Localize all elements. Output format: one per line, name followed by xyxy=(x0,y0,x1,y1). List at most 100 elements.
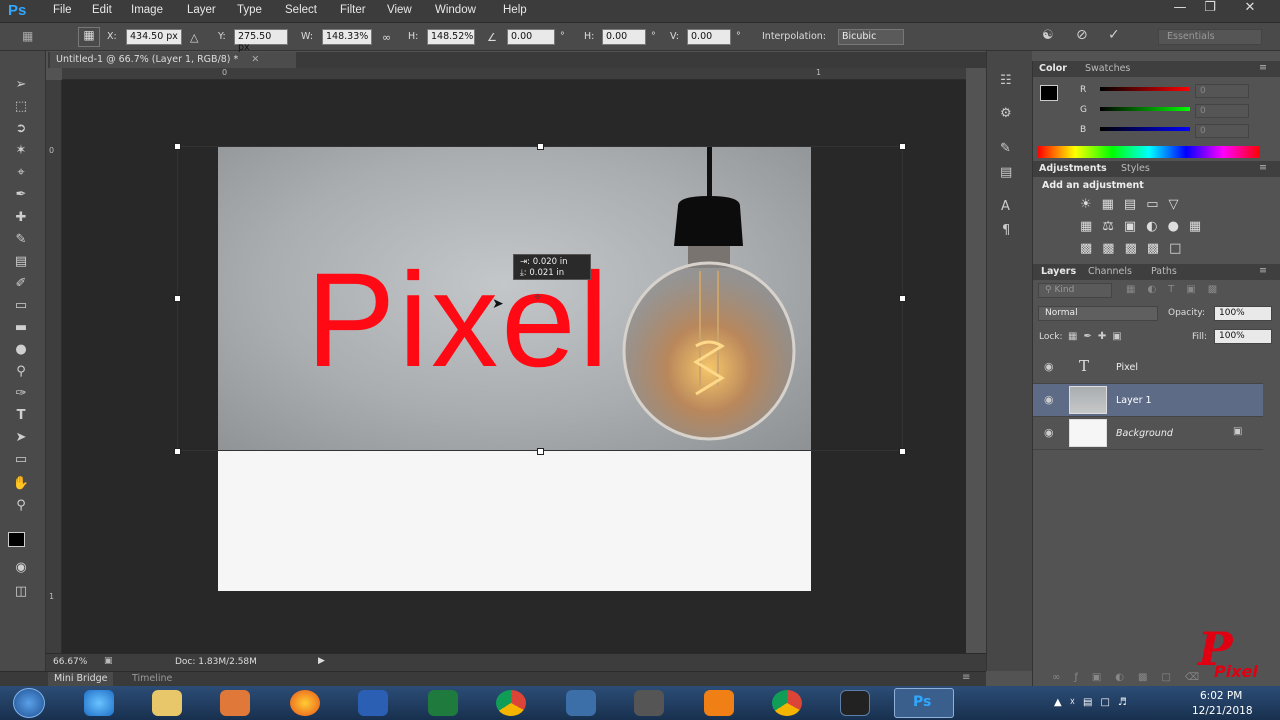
green-value[interactable]: 0 xyxy=(1195,104,1249,118)
layers-footer-icons[interactable]: ∞ƒ▣◐▩□⌫ xyxy=(1052,672,1213,683)
properties-icon[interactable]: ⚙ xyxy=(1000,106,1012,121)
start-button[interactable] xyxy=(13,688,45,718)
layer-name[interactable]: Background xyxy=(1116,428,1173,439)
visibility-eye-icon[interactable]: ◉ xyxy=(1044,360,1056,373)
tab-timeline[interactable]: Timeline xyxy=(132,673,172,684)
width-input[interactable]: 148.33% xyxy=(322,29,372,45)
tab-channels[interactable]: Channels xyxy=(1088,266,1132,277)
zoom-level[interactable]: 66.67% xyxy=(53,657,87,667)
tab-adjustments[interactable]: Adjustments xyxy=(1039,163,1107,174)
interpolation-select[interactable]: Bicubic xyxy=(838,29,904,45)
dodge-tool-icon[interactable]: ⚲ xyxy=(10,363,32,381)
gradient-tool-icon[interactable]: ▬ xyxy=(10,319,32,337)
menu-layer[interactable]: Layer xyxy=(187,4,216,16)
menu-help[interactable]: Help xyxy=(503,4,527,16)
tab-color[interactable]: Color xyxy=(1039,63,1067,74)
eyedropper-tool-icon[interactable]: ✒ xyxy=(10,186,32,204)
angle-input[interactable]: 0.00 xyxy=(507,29,555,45)
adjustments-menu-icon[interactable]: ≡ xyxy=(1259,162,1267,173)
menu-select[interactable]: Select xyxy=(285,4,317,16)
transform-handle-mr[interactable] xyxy=(899,295,906,302)
fill-input[interactable]: 100% xyxy=(1214,329,1272,344)
chrome-icon[interactable] xyxy=(496,690,526,716)
color-panel-menu-icon[interactable]: ≡ xyxy=(1259,62,1267,73)
tab-paths[interactable]: Paths xyxy=(1151,266,1177,277)
color-spectrum[interactable] xyxy=(1038,146,1260,158)
transform-handle-bc[interactable] xyxy=(537,448,544,455)
height-input[interactable]: 148.52% xyxy=(427,29,475,45)
paragraph-panel-icon[interactable]: ¶ xyxy=(1002,223,1010,238)
brush-preset-icon[interactable]: ✎ xyxy=(1000,141,1011,156)
internet-explorer-icon[interactable] xyxy=(84,690,114,716)
quick-mask-icon[interactable]: ◉ xyxy=(10,559,32,577)
close-tab-icon[interactable]: ✕ xyxy=(251,54,259,65)
status-icon[interactable]: ▣ xyxy=(104,656,113,666)
media-player-icon[interactable] xyxy=(220,690,250,716)
tab-layers[interactable]: Layers xyxy=(1041,266,1076,277)
minimize-icon[interactable]: — xyxy=(1165,0,1195,18)
tab-swatches[interactable]: Swatches xyxy=(1085,63,1130,74)
lock-icons[interactable]: ▦✒✚▣ xyxy=(1068,331,1128,342)
menu-window[interactable]: Window xyxy=(435,4,476,16)
transform-handle-bl[interactable] xyxy=(174,448,181,455)
warp-icon[interactable]: ☯ xyxy=(1042,28,1054,43)
clock-date[interactable]: 12/21/2018 xyxy=(1192,705,1253,717)
menu-file[interactable]: File xyxy=(53,4,72,16)
recorder-icon[interactable] xyxy=(840,690,870,716)
red-slider[interactable] xyxy=(1100,87,1190,91)
hskew-input[interactable]: 0.00 xyxy=(602,29,646,45)
x-input[interactable]: 434.50 px xyxy=(126,29,182,45)
vlc-icon[interactable] xyxy=(704,690,734,716)
menu-edit[interactable]: Edit xyxy=(92,4,112,16)
blue-slider[interactable] xyxy=(1100,127,1190,131)
clock-time[interactable]: 6:02 PM xyxy=(1200,690,1242,702)
stamp-tool-icon[interactable]: ▤ xyxy=(10,253,32,271)
vskew-input[interactable]: 0.00 xyxy=(687,29,731,45)
layer-row-pixel[interactable]: ◉ T Pixel xyxy=(1033,351,1263,384)
layers-menu-icon[interactable]: ≡ xyxy=(1259,265,1267,276)
reference-point-crosshair-icon[interactable]: ⌖ xyxy=(534,290,541,305)
move-tool-icon[interactable]: ➢ xyxy=(10,76,32,94)
cancel-transform-icon[interactable]: ⊘ xyxy=(1076,27,1088,43)
blur-tool-icon[interactable]: ● xyxy=(10,341,32,359)
character-panel-icon[interactable]: A xyxy=(1001,199,1010,214)
green-slider[interactable] xyxy=(1100,107,1190,111)
menu-view[interactable]: View xyxy=(387,4,412,16)
hand-tool-icon[interactable]: ✋ xyxy=(10,475,32,493)
crop-tool-icon[interactable]: ⌖ xyxy=(10,164,32,182)
blue-value[interactable]: 0 xyxy=(1195,124,1249,138)
transform-handle-ml[interactable] xyxy=(174,295,181,302)
history-icon[interactable]: ☷ xyxy=(1000,73,1012,88)
tab-mini-bridge[interactable]: Mini Bridge xyxy=(48,672,114,686)
layer-row-layer1[interactable]: ◉ Layer 1 xyxy=(1033,384,1263,417)
lasso-tool-icon[interactable]: ➲ xyxy=(10,120,32,138)
transform-handle-tr[interactable] xyxy=(899,143,906,150)
adjustment-icons[interactable]: ☀▦▤▭▽ ▦⚖▣◐●▦ ▩▩▩▩□ xyxy=(1080,194,1220,258)
document-tab[interactable]: Untitled-1 @ 66.7% (Layer 1, RGB/8) * ✕ xyxy=(50,52,296,68)
firefox-icon[interactable] xyxy=(290,690,320,716)
eraser-tool-icon[interactable]: ▭ xyxy=(10,297,32,315)
app-icon[interactable] xyxy=(566,690,596,716)
close-icon[interactable]: ✕ xyxy=(1235,0,1265,18)
status-menu-arrow-icon[interactable]: ▶ xyxy=(318,656,325,666)
type-tool-icon[interactable]: T xyxy=(10,407,32,425)
layer-name[interactable]: Layer 1 xyxy=(1116,395,1152,406)
tray-icons[interactable]: ▲☓▤□♬ xyxy=(1054,697,1135,708)
clone-source-icon[interactable]: ▤ xyxy=(1000,165,1012,180)
tab-styles[interactable]: Styles xyxy=(1121,163,1150,174)
transform-handle-br[interactable] xyxy=(899,448,906,455)
visibility-eye-icon[interactable]: ◉ xyxy=(1044,393,1056,406)
workspace-select[interactable]: Essentials xyxy=(1158,29,1262,45)
healing-tool-icon[interactable]: ✚ xyxy=(10,209,32,227)
quick-select-tool-icon[interactable]: ✶ xyxy=(10,142,32,160)
commit-transform-icon[interactable]: ✓ xyxy=(1108,27,1120,43)
document-canvas[interactable] xyxy=(218,450,811,591)
opacity-input[interactable]: 100% xyxy=(1214,306,1272,321)
excel-icon[interactable] xyxy=(428,690,458,716)
screen-mode-icon[interactable]: ◫ xyxy=(10,583,32,601)
layer-name[interactable]: Pixel xyxy=(1116,362,1138,373)
zoom-tool-icon[interactable]: ⚲ xyxy=(10,497,32,515)
visibility-eye-icon[interactable]: ◉ xyxy=(1044,426,1056,439)
link-icon[interactable]: ∞ xyxy=(382,31,391,44)
menu-type[interactable]: Type xyxy=(237,4,262,16)
